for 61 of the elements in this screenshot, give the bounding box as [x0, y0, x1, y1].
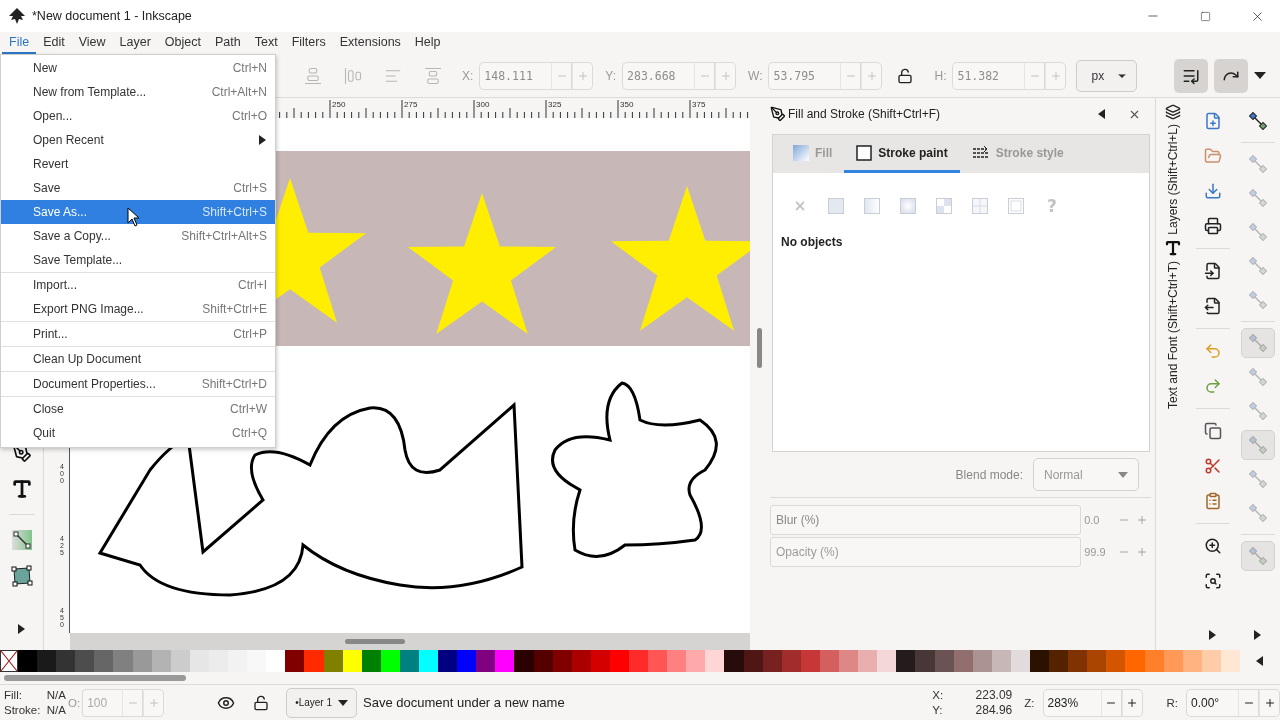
menu-item[interactable]: Revert [1, 152, 275, 176]
menu-item[interactable]: Export PNG Image... Shift+Ctrl+E [1, 297, 275, 321]
menu-item[interactable]: Filters [284, 32, 333, 54]
window-title: *New document 1 - Inkscape [32, 9, 193, 23]
status-label: R: [1166, 696, 1178, 709]
cursor-x-value: 223.09 [974, 687, 1013, 703]
ruler-label: 250 [332, 100, 346, 109]
status-label: Stroke: [4, 702, 42, 718]
menu-item[interactable]: New Ctrl+N [1, 56, 275, 80]
rotation-field[interactable]: 0.00° [1186, 688, 1238, 717]
menu-item[interactable]: Open Recent [1, 128, 275, 152]
status-label: Y: [932, 702, 944, 718]
menu-item[interactable]: Save As... Shift+Ctrl+S [1, 200, 275, 224]
side-tab[interactable]: Text and Font (Shift+Ctrl+T) [1164, 236, 1182, 411]
menu-item[interactable]: Edit [36, 32, 72, 54]
menu-item[interactable]: Document Properties... Shift+Ctrl+D [1, 372, 275, 396]
cursor-y-value: 284.96 [974, 702, 1013, 718]
field-label: Y: [605, 68, 617, 83]
menu-item[interactable]: Layer [112, 32, 158, 54]
menu-item[interactable]: Extensions [332, 32, 408, 54]
status-label: Fill: [4, 687, 23, 703]
menu-item[interactable]: New from Template... Ctrl+Alt+N [1, 80, 275, 104]
status-label: Z: [1024, 696, 1035, 709]
fill-value: N/A [46, 687, 67, 703]
slider-field[interactable]: Blur (%) [770, 505, 1082, 535]
slider-value: 0.0 [1083, 514, 1101, 526]
ruler-label: 275 [404, 100, 418, 109]
layer-dropdown[interactable]: •Layer 1 [286, 687, 357, 718]
field-label: X: [462, 68, 474, 83]
menu-item[interactable]: Open... Ctrl+O [1, 104, 275, 128]
zoom-field[interactable]: 283% [1042, 688, 1101, 717]
status-label: O: [68, 696, 81, 709]
ruler-label: 300 [476, 100, 490, 109]
menu-item[interactable]: Save Ctrl+S [1, 176, 275, 200]
ruler-label: 325 [548, 100, 562, 109]
field-label: Blend mode: [955, 467, 1023, 482]
menu-item[interactable]: Clean Up Document [1, 347, 275, 371]
status-text: No objects [781, 235, 844, 249]
field-label: H: [934, 68, 947, 83]
ruler-label: 375 [692, 100, 706, 109]
ruler-label: 350 [620, 100, 634, 109]
menu-item[interactable]: Save a Copy... Shift+Ctrl+Alt+S [1, 224, 275, 248]
menu-item[interactable]: Close Ctrl+W [1, 397, 275, 421]
unit-dropdown[interactable]: px [1076, 59, 1138, 92]
tab[interactable]: Stroke paint [844, 135, 960, 173]
menu-item[interactable]: Object [157, 32, 208, 54]
menu-item[interactable]: Print... Ctrl+P [1, 322, 275, 346]
stroke-value: N/A [46, 702, 67, 718]
menu-item[interactable]: Path [208, 32, 248, 54]
slider-value: 99.9 [1083, 546, 1107, 558]
field-label: W: [748, 68, 763, 83]
status-message: Save document under a new name [363, 695, 566, 710]
menu-item[interactable]: Text [247, 32, 285, 54]
status-label: X: [932, 687, 945, 703]
menu-item[interactable]: Help [407, 32, 448, 54]
menu-item[interactable]: Save Template... [1, 248, 275, 272]
menu-item[interactable]: View [71, 32, 113, 54]
menu-item[interactable]: Quit Ctrl+Q [1, 421, 275, 445]
side-tab[interactable]: Layers (Shift+Ctrl+L) [1165, 102, 1181, 237]
menu-item[interactable]: Import... Ctrl+I [1, 273, 275, 297]
panel-title: Fill and Stroke (Shift+Ctrl+F) [788, 107, 942, 121]
